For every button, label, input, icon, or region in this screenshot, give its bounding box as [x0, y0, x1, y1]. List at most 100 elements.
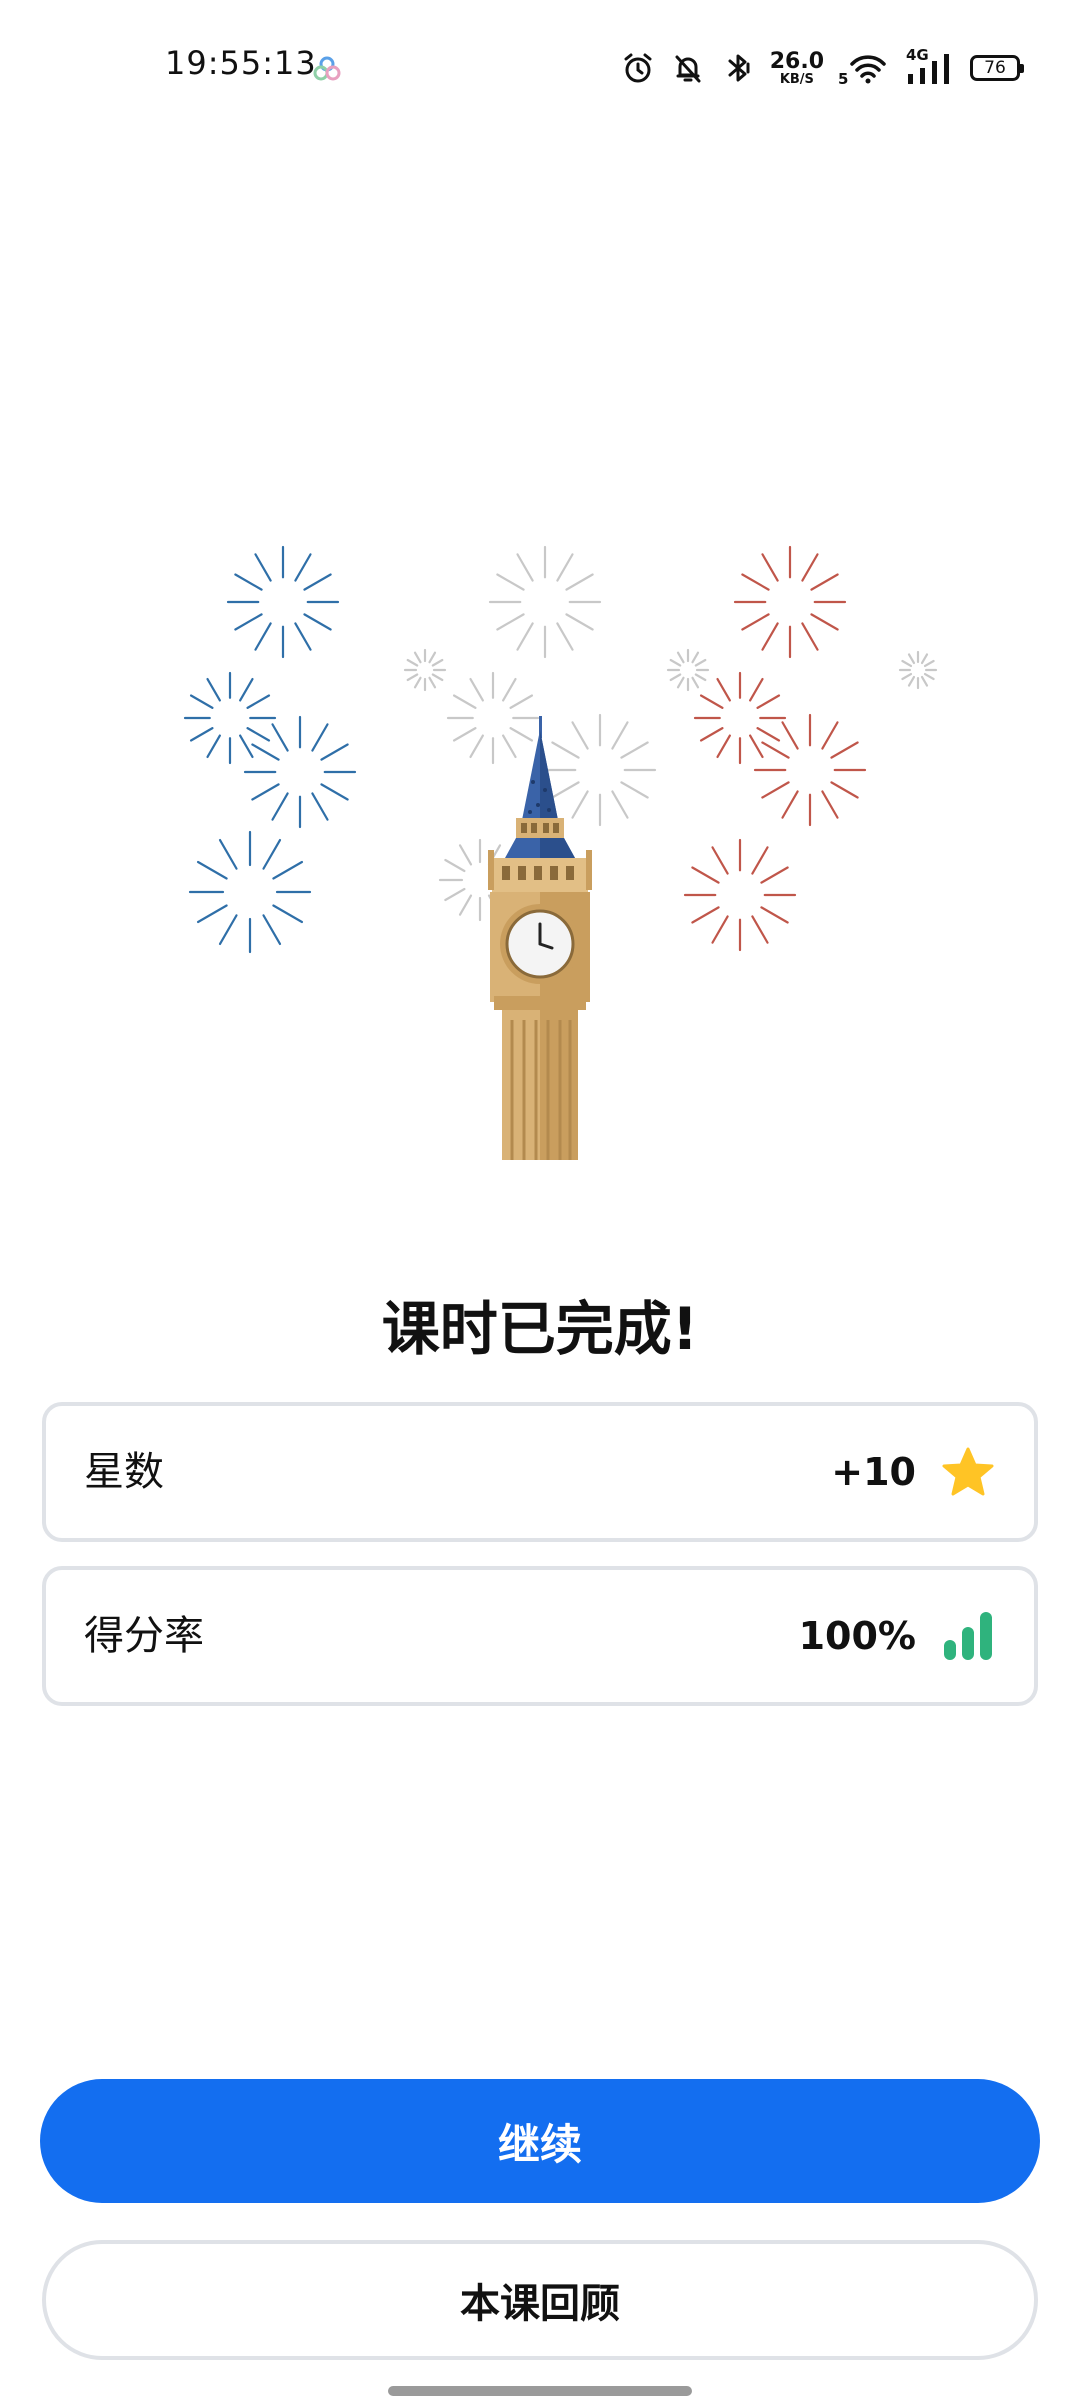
firework-ray: [920, 653, 929, 665]
firework-ray: [801, 622, 819, 651]
firework-ray: [699, 694, 724, 709]
firework-ray: [509, 727, 534, 742]
cell-signal: 4G: [906, 46, 956, 86]
firework-ray: [565, 573, 594, 591]
home-indicator[interactable]: [388, 2386, 692, 2396]
firework-ray: [907, 653, 916, 665]
firework-ray: [691, 651, 700, 664]
bar-chart-icon: [944, 1612, 992, 1660]
firework-ray: [189, 694, 214, 709]
firework-ray: [303, 573, 332, 591]
firework-ray: [254, 553, 272, 582]
lesson-review-button[interactable]: 本课回顾: [42, 2240, 1038, 2360]
firework-ray: [901, 659, 913, 668]
firework-ray: [516, 622, 534, 651]
score-card: 得分率 100%: [42, 1566, 1038, 1706]
firework-ray: [691, 676, 700, 689]
firework-ray: [502, 677, 517, 702]
firework-ray: [444, 887, 466, 902]
app-notification-icon: [313, 56, 341, 81]
firework-ray: [821, 790, 839, 819]
firework-ray: [711, 846, 729, 875]
battery-indicator: 76: [970, 55, 1024, 81]
status-time: 19:55:13: [165, 44, 317, 82]
firework-ray: [311, 723, 329, 752]
stars-value: +10: [831, 1450, 916, 1494]
firework-ray: [611, 721, 629, 750]
firework-ray: [830, 781, 859, 799]
firework-ray: [452, 727, 477, 742]
firework-ray: [756, 727, 781, 742]
firework-ray: [761, 553, 779, 582]
firework-ray: [620, 741, 649, 759]
firework-ray: [458, 844, 473, 866]
firework-ray: [239, 677, 254, 702]
network-speed-value: 26.0: [769, 48, 824, 74]
firework-ray: [781, 790, 799, 819]
firework-ray: [218, 914, 238, 946]
firework-ray: [262, 914, 282, 946]
firework-ray: [565, 613, 594, 631]
firework-ray: [320, 783, 349, 801]
firework-ray: [676, 676, 685, 689]
firework-ray: [761, 781, 790, 799]
firework-ray: [271, 792, 289, 821]
firework-ray: [551, 781, 580, 799]
alarm-icon: [624, 53, 652, 83]
firework-ray: [251, 783, 280, 801]
bluetooth-icon: [728, 54, 750, 82]
firework-ray: [444, 858, 466, 873]
firework-ray: [251, 743, 280, 761]
lesson-complete-title: 课时已完成!: [381, 1295, 699, 1363]
firework-ray: [556, 553, 574, 582]
firework-ray: [781, 721, 799, 750]
firework-ray: [294, 553, 312, 582]
network-type-label: 4G: [906, 46, 929, 64]
firework-ray: [234, 613, 263, 631]
firework-ray: [923, 672, 935, 681]
firework-ray: [496, 573, 525, 591]
firework-ray: [452, 694, 477, 709]
firework-ray: [406, 673, 419, 682]
wifi-indicator: 5: [838, 50, 892, 88]
firework-ray: [294, 622, 312, 651]
firework-ray: [413, 676, 422, 689]
firework-ray: [716, 734, 731, 759]
score-label: 得分率: [84, 1613, 204, 1659]
firework-ray: [761, 741, 790, 759]
firework-ray: [751, 846, 769, 875]
firework-ray: [810, 573, 839, 591]
firework-ray: [246, 694, 271, 709]
firework-ray: [694, 673, 707, 682]
firework-ray: [431, 673, 444, 682]
status-icons: 26.0 KB/S 5 4G 76: [620, 44, 1024, 92]
firework-ray: [691, 866, 720, 884]
firework-ray: [311, 792, 329, 821]
firework-ray: [516, 553, 534, 582]
battery-level: 76: [984, 58, 1006, 78]
firework-ray: [413, 651, 422, 664]
firework-ray: [254, 622, 272, 651]
firework-ray: [206, 734, 221, 759]
wifi-label: 5: [838, 70, 849, 88]
continue-button[interactable]: 继续: [40, 2079, 1040, 2203]
firework-ray: [571, 721, 589, 750]
firework-ray: [749, 734, 764, 759]
firework-ray: [821, 721, 839, 750]
firework-ray: [431, 658, 444, 667]
firework-ray: [234, 573, 263, 591]
firework-ray: [716, 677, 731, 702]
firework-ray: [262, 838, 282, 870]
firework-ray: [749, 677, 764, 702]
firework-ray: [691, 906, 720, 924]
firework-ray: [469, 677, 484, 702]
firework-ray: [246, 727, 271, 742]
firework-ray: [620, 781, 649, 799]
firework-ray: [699, 727, 724, 742]
firework-ray: [196, 860, 228, 880]
firework-ray: [669, 658, 682, 667]
firework-ray: [406, 658, 419, 667]
firework-ray: [571, 790, 589, 819]
firework-ray: [556, 622, 574, 651]
celebration-illustration: [183, 545, 938, 1160]
